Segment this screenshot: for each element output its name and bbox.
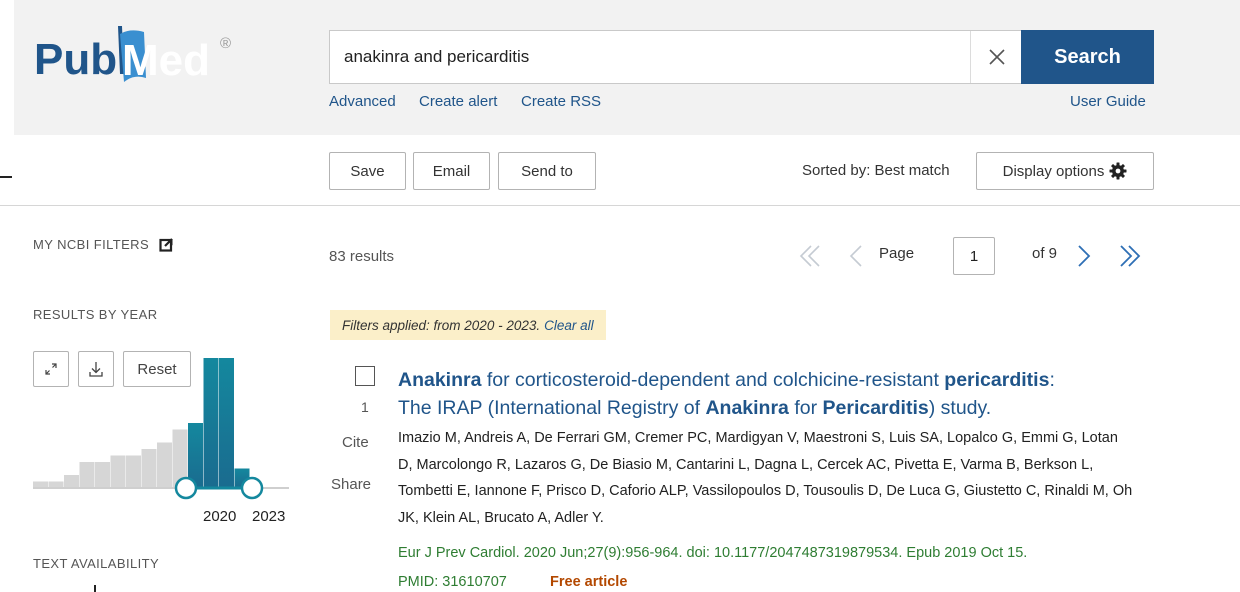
close-icon (989, 49, 1005, 65)
external-link-icon (159, 238, 173, 252)
first-page-icon[interactable] (798, 242, 822, 270)
my-ncbi-filters-heading[interactable]: MY NCBI FILTERS (33, 237, 174, 252)
text-availability-heading: TEXT AVAILABILITY (33, 556, 160, 571)
year-bar (141, 449, 157, 488)
year-end-label: 2023 (252, 508, 286, 525)
share-button[interactable]: Share (331, 476, 371, 493)
results-by-year-heading: RESULTS BY YEAR (33, 307, 158, 322)
title-keyword: Anakinra (705, 397, 789, 419)
article-citation: Eur J Prev Cardiol. 2020 Jun;27(9):956-9… (398, 545, 1028, 561)
send-to-button[interactable]: Send to (498, 152, 596, 190)
expand-icon (45, 363, 57, 375)
title-text: : (1049, 369, 1055, 391)
title-text: The IRAP (International Registry of (398, 397, 706, 419)
logo-pub-text: Pub (34, 35, 117, 84)
email-button[interactable]: Email (413, 152, 490, 190)
year-bar (203, 358, 219, 488)
year-bar (64, 475, 79, 488)
save-button[interactable]: Save (329, 152, 406, 190)
advanced-link[interactable]: Advanced (329, 93, 396, 110)
last-page-icon[interactable] (1118, 242, 1142, 270)
free-article-badge[interactable]: Free article (550, 574, 627, 590)
title-text: for (788, 397, 823, 419)
logo-med-text: Med (122, 36, 210, 85)
previous-page-icon[interactable] (848, 242, 864, 270)
expand-chart-button[interactable] (33, 351, 69, 387)
year-bar (219, 358, 234, 488)
page-number-input[interactable]: 1 (953, 237, 995, 275)
year-bar (157, 442, 172, 488)
result-checkbox[interactable] (355, 366, 375, 386)
year-range-start-handle[interactable] (174, 476, 198, 500)
search-box (329, 30, 1022, 84)
year-range-end-handle[interactable] (240, 476, 264, 500)
clear-all-link[interactable]: Clear all (544, 318, 594, 333)
create-rss-link[interactable]: Create RSS (521, 93, 601, 110)
sort-label[interactable]: Sorted by: Best match (802, 162, 950, 179)
article-title-line-2[interactable]: The IRAP (International Registry of Anak… (398, 397, 991, 420)
year-bar (79, 462, 95, 488)
filters-applied-banner: Filters applied: from 2020 - 2023. Clear… (330, 310, 606, 340)
toolbar-divider (0, 205, 1240, 206)
page-label: Page (879, 245, 915, 262)
gear-icon (1109, 162, 1127, 180)
results-count: 83 results (329, 248, 395, 265)
year-bar (110, 455, 126, 488)
logo-registered: ® (220, 35, 231, 52)
display-options-button[interactable]: Display options (976, 152, 1154, 190)
pubmed-logo[interactable]: Pub Med ® (34, 22, 244, 92)
download-chart-button[interactable] (78, 351, 114, 387)
article-title-line-1[interactable]: Anakinra for corticosteroid-dependent an… (398, 369, 1055, 392)
title-text: ) study. (928, 397, 992, 419)
page-total: of 9 (1032, 245, 1058, 262)
title-keyword: Pericarditis (822, 397, 929, 419)
title-text: for corticosteroid-dependent and colchic… (481, 369, 945, 391)
download-icon (89, 362, 103, 377)
year-bar (95, 462, 110, 488)
article-pmid: PMID: 31610707 (398, 574, 507, 590)
page-edge-mark (0, 176, 12, 178)
year-start-label: 2020 (203, 508, 237, 525)
article-authors: Imazio M, Andreis A, De Ferrari GM, Crem… (398, 430, 1133, 526)
reset-chart-button[interactable]: Reset (123, 351, 191, 387)
create-alert-link[interactable]: Create alert (419, 93, 497, 110)
filters-applied-text: Filters applied: from 2020 - 2023. (342, 317, 541, 333)
search-input[interactable] (330, 31, 970, 83)
title-keyword: Anakinra (398, 369, 482, 391)
result-number: 1 (361, 399, 369, 415)
next-page-icon[interactable] (1076, 242, 1092, 270)
search-button[interactable]: Search (1021, 30, 1154, 84)
year-bar (126, 455, 141, 488)
my-ncbi-filters-label: MY NCBI FILTERS (33, 237, 150, 252)
page-edge-mark-bottom (94, 585, 96, 592)
cite-button[interactable]: Cite (342, 434, 369, 451)
user-guide-link[interactable]: User Guide (1070, 93, 1146, 110)
title-keyword: pericarditis (944, 369, 1050, 391)
clear-search-button[interactable] (971, 31, 1023, 83)
display-options-label: Display options (1002, 162, 1105, 180)
